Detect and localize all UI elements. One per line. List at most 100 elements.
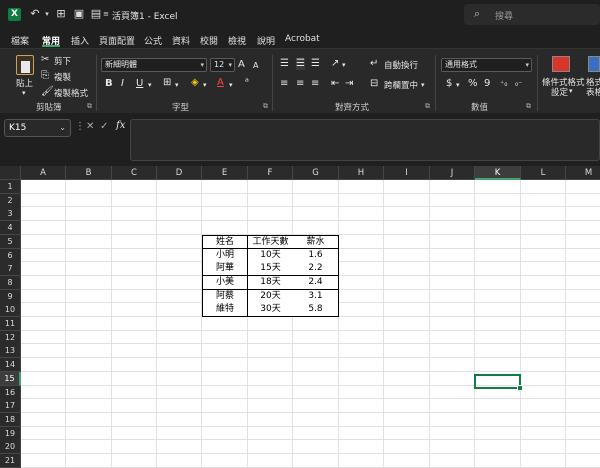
table-cell[interactable]: 30天 [248,303,294,318]
column-header-e[interactable]: E [202,166,248,180]
table-cell[interactable]: 15天 [248,262,294,277]
row-header-17[interactable]: 17 [0,399,21,414]
table-cell[interactable]: 2.4 [293,275,339,290]
column-header-k[interactable]: K [475,166,521,180]
increase-decimal-icon[interactable]: ⁺₀ [500,78,507,90]
more-options-icon[interactable]: ⋮ [75,121,85,132]
row-header-3[interactable]: 3 [0,207,21,222]
row-header-11[interactable]: 11 [0,317,21,331]
align-middle-icon[interactable]: ☰ [296,58,305,70]
merge-dropdown-icon[interactable]: ▾ [421,79,425,91]
table-cell[interactable]: 3.1 [293,289,339,304]
align-center-icon[interactable]: ≡ [296,78,304,90]
currency-button[interactable]: $ [446,78,452,90]
row-header-1[interactable]: 1 [0,180,21,194]
save-icon[interactable]: ▣ [72,7,86,21]
format-as-table-icon[interactable] [588,56,600,72]
tab-acrobat[interactable]: Acrobat [285,34,320,44]
row-header-10[interactable]: 10 [0,303,21,318]
bold-icon[interactable]: B [105,78,113,90]
column-header-h[interactable]: H [339,166,384,180]
table-cell[interactable]: 20天 [248,289,294,304]
table-header-cell[interactable]: 工作天數 [248,234,294,249]
column-header-g[interactable]: G [293,166,339,180]
row-header-15[interactable]: 15 [0,371,21,386]
column-header-l[interactable]: L [521,166,566,180]
percent-button[interactable]: % [468,78,478,90]
number-format-select[interactable]: 通用格式 ▾ [441,58,532,72]
increase-indent-icon[interactable]: ⇥ [345,78,353,90]
insert-function-button[interactable]: fx [116,120,125,131]
increase-font-icon[interactable]: A [238,59,245,71]
align-top-icon[interactable]: ☰ [280,58,289,70]
table-cell[interactable]: 5.8 [293,303,339,318]
customize-quick-access-icon[interactable]: ≡ [99,7,113,21]
column-header-d[interactable]: D [157,166,202,180]
clipboard-launcher-icon[interactable]: ⧉ [87,102,92,111]
font-size-select[interactable]: 12 ▾ [210,58,235,72]
search-box[interactable]: ⌕ 搜尋 [464,4,600,25]
undo-dropdown-icon[interactable]: ▾ [40,7,54,21]
row-header-14[interactable]: 14 [0,358,21,373]
paste-dropdown-icon[interactable]: ▾ [22,87,26,99]
table-cell[interactable]: 小明 [202,248,248,263]
row-header-6[interactable]: 6 [0,248,21,263]
table-cell[interactable]: 小美 [202,275,248,290]
row-header-21[interactable]: 21 [0,454,21,468]
paste-icon[interactable] [16,55,34,75]
table-cell[interactable]: 1.6 [293,248,339,263]
column-header-f[interactable]: F [248,166,293,180]
table-header-cell[interactable]: 薪水 [293,234,339,249]
table-cell[interactable]: 10天 [248,248,294,263]
table-header-cell[interactable]: 姓名 [202,234,248,249]
tab-insert[interactable]: 插入 [71,34,89,47]
borders-dropdown-icon[interactable]: ▾ [175,79,179,91]
name-box[interactable]: K15 ⌄ [4,119,71,137]
align-right-icon[interactable]: ≡ [311,78,319,90]
decrease-font-icon[interactable]: A [253,60,258,72]
row-header-7[interactable]: 7 [0,262,21,277]
tab-review[interactable]: 校閱 [200,34,218,47]
row-header-9[interactable]: 9 [0,289,21,304]
select-all-corner[interactable] [0,166,21,180]
cut-button[interactable]: 剪下 [54,55,71,67]
merge-center-button[interactable]: 跨欄置中 [384,79,418,91]
row-header-16[interactable]: 16 [0,385,21,400]
copy-button[interactable]: 複製 [54,71,71,83]
orientation-dropdown-icon[interactable]: ▾ [342,59,346,71]
tab-help[interactable]: 說明 [257,34,275,47]
row-header-13[interactable]: 13 [0,344,21,359]
row-header-20[interactable]: 20 [0,440,21,455]
table-cell[interactable]: 阿華 [202,262,248,277]
alignment-launcher-icon[interactable]: ⧉ [425,102,430,111]
underline-dropdown-icon[interactable]: ▾ [148,79,152,91]
orientation-icon[interactable]: ↗ [331,58,339,70]
merge-center-icon[interactable]: ⊟ [370,78,378,90]
column-header-c[interactable]: C [112,166,157,180]
decrease-decimal-icon[interactable]: ₀⁻ [515,78,522,90]
italic-icon[interactable]: I [121,78,124,90]
decrease-indent-icon[interactable]: ⇤ [331,78,339,90]
number-launcher-icon[interactable]: ⧉ [526,102,531,111]
align-left-icon[interactable]: ≡ [280,78,288,90]
cancel-icon[interactable]: ✕ [86,121,94,132]
format-painter-button[interactable]: 複製格式 [54,87,88,99]
conditional-format-icon[interactable] [552,56,570,72]
column-header-a[interactable]: A [21,166,66,180]
formula-input[interactable] [130,119,600,161]
tab-page-layout[interactable]: 頁面配置 [99,34,135,47]
comma-button[interactable]: 9 [484,78,490,90]
font-launcher-icon[interactable]: ⧉ [263,102,268,111]
row-header-4[interactable]: 4 [0,221,21,236]
align-bottom-icon[interactable]: ☰ [311,58,320,70]
column-header-i[interactable]: I [384,166,430,180]
wrap-text-button[interactable]: 自動換行 [384,59,418,71]
tab-data[interactable]: 資料 [172,34,190,47]
spreadsheet-grid[interactable]: ABCDEFGHIJKLM 1 2 3 4 5 6 7 8 9 10 11 12 13 14 15 16 17 1… [0,166,600,468]
row-header-8[interactable]: 8 [0,275,21,290]
copy-icon[interactable]: ⎘ [41,70,49,82]
fill-color-icon[interactable]: ◈ [191,77,199,89]
tab-file[interactable]: 檔案 [11,34,29,47]
wrap-text-icon[interactable]: ↵ [370,58,378,70]
table-cell[interactable]: 2.2 [293,262,339,277]
